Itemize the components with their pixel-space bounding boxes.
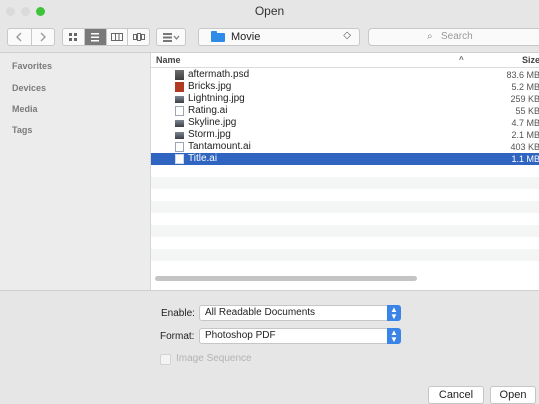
jpg-file-icon — [175, 132, 184, 139]
options-panel: Enable: All Readable Documents ▲ ▼ Format… — [0, 290, 539, 404]
window-title: Open — [254, 4, 285, 18]
title-bar: Open — [0, 0, 539, 22]
location-popup[interactable]: Movie ◇ — [198, 28, 360, 46]
list-view-button[interactable] — [83, 29, 106, 45]
up-down-chevron-icon: ◇ — [343, 30, 351, 41]
open-button[interactable]: Open — [490, 386, 536, 404]
sidebar-section-favorites[interactable]: Favorites — [12, 61, 52, 71]
file-row[interactable]: Skyline.jpg 4.7 MB — [151, 117, 539, 129]
file-size: 83.6 MB — [506, 70, 539, 80]
history-nav — [7, 28, 55, 46]
cover-flow-view-icon — [132, 33, 145, 41]
chevron-right-icon — [40, 32, 46, 42]
empty-row — [151, 201, 539, 213]
enable-popup[interactable]: All Readable Documents ▲ ▼ — [199, 305, 401, 321]
file-size: 1.1 MB — [511, 154, 539, 164]
file-size: 259 KB — [510, 94, 539, 104]
file-list: Name ^ Size aftermath.psd 83.6 MB Bricks… — [150, 53, 539, 290]
sort-ascending-icon: ^ — [459, 55, 464, 64]
psd-file-icon — [175, 70, 184, 80]
file-name: Title.ai — [188, 153, 218, 164]
enable-value: All Readable Documents — [205, 307, 316, 318]
file-name: Lightning.jpg — [188, 93, 245, 104]
forward-button[interactable] — [30, 29, 55, 45]
file-row[interactable]: Bricks.jpg 5.2 MB — [151, 81, 539, 93]
popup-arrows-icon: ▲ ▼ — [387, 305, 401, 321]
size-column-header[interactable]: Size — [522, 55, 539, 65]
arrange-button[interactable] — [156, 28, 186, 46]
arrange-icon — [163, 33, 180, 42]
file-row[interactable]: aftermath.psd 83.6 MB — [151, 69, 539, 81]
jpg-file-icon — [175, 82, 184, 92]
cancel-button[interactable]: Cancel — [428, 386, 484, 404]
popup-arrows-icon: ▲ ▼ — [387, 328, 401, 344]
image-sequence-label: Image Sequence — [176, 353, 252, 364]
enable-label: Enable: — [161, 308, 195, 319]
format-popup[interactable]: Photoshop PDF ▲ ▼ — [199, 328, 401, 344]
empty-row — [151, 249, 539, 261]
format-label: Format: — [160, 331, 195, 342]
format-value: Photoshop PDF — [205, 330, 276, 341]
empty-row — [151, 225, 539, 237]
ai-file-icon — [175, 142, 184, 152]
view-mode-selector — [62, 28, 150, 46]
search-field[interactable]: ⌕ Search — [368, 28, 539, 46]
file-row[interactable]: Storm.jpg 2.1 MB — [151, 129, 539, 141]
cover-flow-view-button[interactable] — [127, 29, 149, 45]
sidebar: Favorites Devices Media Tags — [0, 53, 150, 290]
chevron-left-icon — [16, 32, 22, 42]
file-name: Storm.jpg — [188, 129, 231, 140]
toolbar: Movie ◇ ⌕ Search — [0, 22, 539, 53]
column-header: Name ^ Size — [151, 53, 539, 68]
file-name: Bricks.jpg — [188, 81, 232, 92]
jpg-file-icon — [175, 96, 184, 103]
column-view-icon — [110, 33, 123, 41]
file-size: 403 KB — [510, 142, 539, 152]
icon-view-icon — [69, 33, 78, 41]
file-name: Rating.ai — [188, 105, 228, 116]
file-name: aftermath.psd — [188, 69, 250, 80]
ai-file-icon — [175, 106, 184, 116]
back-button[interactable] — [8, 29, 31, 45]
file-size: 55 KB — [515, 106, 539, 116]
file-row[interactable]: Tantamount.ai 403 KB — [151, 141, 539, 153]
list-view-icon — [91, 33, 100, 42]
file-name: Skyline.jpg — [188, 117, 237, 128]
file-size: 5.2 MB — [511, 82, 539, 92]
open-dialog: Open Movie ◇ ⌕ Search Favorites Devices … — [0, 0, 539, 404]
file-size: 2.1 MB — [511, 130, 539, 140]
search-icon: ⌕ — [427, 31, 433, 42]
jpg-file-icon — [175, 120, 184, 127]
empty-row — [151, 177, 539, 189]
column-view-button[interactable] — [105, 29, 128, 45]
horizontal-scrollbar[interactable] — [155, 276, 417, 281]
location-label: Movie — [231, 31, 261, 43]
icon-view-button[interactable] — [63, 29, 84, 45]
sidebar-section-tags[interactable]: Tags — [12, 125, 32, 135]
name-column-header[interactable]: Name — [156, 55, 181, 65]
file-size: 4.7 MB — [511, 118, 539, 128]
file-row[interactable]: Lightning.jpg 259 KB — [151, 93, 539, 105]
sidebar-section-devices[interactable]: Devices — [12, 83, 46, 93]
file-row-selected[interactable]: Title.ai 1.1 MB — [151, 153, 539, 165]
search-placeholder: Search — [441, 31, 473, 42]
file-name: Tantamount.ai — [188, 141, 251, 152]
image-sequence-checkbox — [160, 354, 171, 365]
ai-file-icon — [175, 154, 184, 164]
sidebar-section-media[interactable]: Media — [12, 104, 38, 114]
file-row[interactable]: Rating.ai 55 KB — [151, 105, 539, 117]
folder-icon — [211, 31, 225, 42]
